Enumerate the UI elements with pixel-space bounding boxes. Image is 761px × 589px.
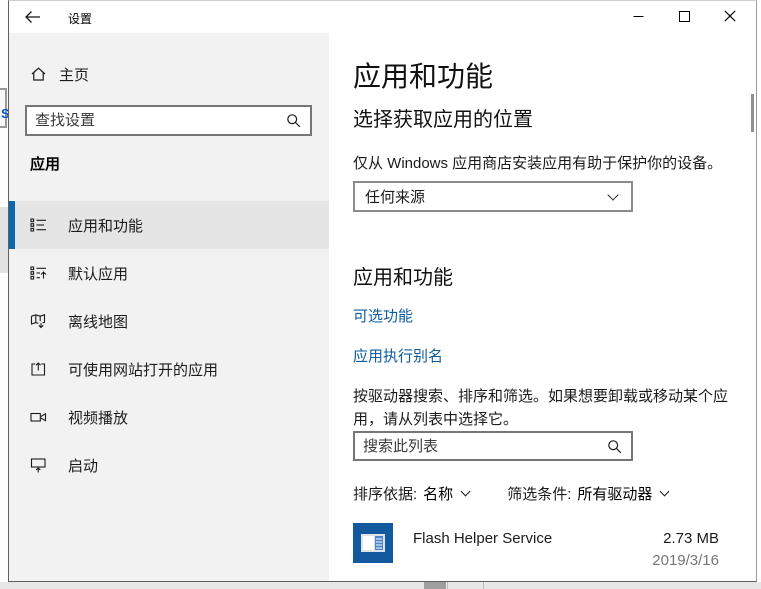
app-name: Flash Helper Service xyxy=(413,530,552,547)
background-scrollbar-thumb[interactable] xyxy=(424,582,446,589)
sidebar-item-apps-features[interactable]: 应用和功能 xyxy=(9,201,329,249)
video-playback-icon xyxy=(30,409,47,425)
caption-buttons xyxy=(615,1,753,31)
sort-by-value: 名称 xyxy=(423,483,453,504)
search-icon xyxy=(607,439,622,454)
app-list-search-input[interactable] xyxy=(355,438,607,455)
optional-features-link[interactable]: 可选功能 xyxy=(353,305,413,326)
chevron-down-icon xyxy=(660,487,670,497)
apps-list-description: 按驱动器搜索、排序和筛选。如果想要卸载或移动某个应用，请从列表中选择它。 xyxy=(353,385,735,431)
sidebar-item-video-playback[interactable]: 视频播放 xyxy=(9,393,329,441)
offline-maps-icon xyxy=(30,313,47,329)
filter-by-value: 所有驱动器 xyxy=(577,483,652,504)
maximize-button[interactable] xyxy=(661,1,707,31)
search-icon xyxy=(286,113,301,128)
filter-by-label: 筛选条件: xyxy=(507,483,571,504)
default-apps-icon xyxy=(30,265,47,281)
settings-window: 设置 xyxy=(8,0,757,582)
sidebar-item-label: 启动 xyxy=(68,455,98,476)
window-title: 设置 xyxy=(68,10,92,27)
settings-search-box xyxy=(25,105,312,136)
back-arrow-icon xyxy=(24,10,41,24)
sidebar-item-default-apps[interactable]: 默认应用 xyxy=(9,249,329,297)
sort-filter-row: 排序依据: 名称 筛选条件: 所有驱动器 xyxy=(353,483,668,504)
sidebar-nav: 应用和功能 默认应用 xyxy=(9,201,329,489)
sidebar-item-label: 离线地图 xyxy=(68,311,128,332)
apps-features-icon xyxy=(30,217,47,233)
choose-source-heading: 选择获取应用的位置 xyxy=(353,103,533,132)
startup-icon xyxy=(30,457,47,473)
sort-by-label: 排序依据: xyxy=(353,483,417,504)
close-icon xyxy=(724,10,736,22)
sidebar-item-label: 应用和功能 xyxy=(68,215,143,236)
maximize-icon xyxy=(679,11,690,22)
selected-indicator xyxy=(9,201,15,249)
page-title: 应用和功能 xyxy=(353,55,493,95)
app-source-dropdown[interactable]: 任何来源 xyxy=(353,181,633,212)
app-size: 2.73 MB xyxy=(663,530,719,547)
back-button[interactable] xyxy=(9,1,55,33)
divider xyxy=(447,582,448,589)
divider xyxy=(483,582,484,589)
sidebar-item-home[interactable]: 主页 xyxy=(9,57,329,91)
sidebar-section-apps: 应用 xyxy=(30,153,60,174)
chevron-down-icon xyxy=(461,487,471,497)
titlebar: 设置 xyxy=(9,1,756,33)
settings-search-input[interactable] xyxy=(27,112,286,129)
default-program-icon xyxy=(353,523,393,563)
app-list-search-box xyxy=(353,431,633,461)
sidebar: 主页 应用 应用和功能 xyxy=(9,33,329,582)
app-install-date: 2019/3/16 xyxy=(652,552,719,569)
chevron-down-icon xyxy=(607,189,618,200)
sidebar-item-offline-maps[interactable]: 离线地图 xyxy=(9,297,329,345)
sidebar-item-label: 视频播放 xyxy=(68,407,128,428)
minimize-icon xyxy=(633,11,644,22)
sidebar-item-label: 默认应用 xyxy=(68,263,128,284)
sidebar-home-label: 主页 xyxy=(59,64,89,85)
apps-for-websites-icon xyxy=(30,361,47,377)
app-list-item[interactable]: Flash Helper Service 2.73 MB 2019/3/16 xyxy=(329,521,757,582)
background-scrollbar-strip xyxy=(0,582,761,589)
sidebar-item-apps-for-websites[interactable]: 可使用网站打开的应用 xyxy=(9,345,329,393)
filter-by-dropdown[interactable]: 筛选条件: 所有驱动器 xyxy=(507,483,668,504)
sort-by-dropdown[interactable]: 排序依据: 名称 xyxy=(353,483,469,504)
scrollbar-thumb[interactable] xyxy=(751,94,754,132)
app-execution-aliases-link[interactable]: 应用执行别名 xyxy=(353,345,443,366)
apps-features-heading: 应用和功能 xyxy=(353,261,453,290)
sidebar-item-label: 可使用网站打开的应用 xyxy=(68,359,218,380)
close-button[interactable] xyxy=(707,1,753,31)
sidebar-item-startup[interactable]: 启动 xyxy=(9,441,329,489)
app-source-dropdown-value: 任何来源 xyxy=(365,186,609,207)
home-icon xyxy=(30,66,47,82)
minimize-button[interactable] xyxy=(615,1,661,31)
choose-source-description: 仅从 Windows 应用商店安装应用有助于保护你的设备。 xyxy=(353,152,722,173)
main-content: 应用和功能 选择获取应用的位置 仅从 Windows 应用商店安装应用有助于保护… xyxy=(329,33,757,582)
